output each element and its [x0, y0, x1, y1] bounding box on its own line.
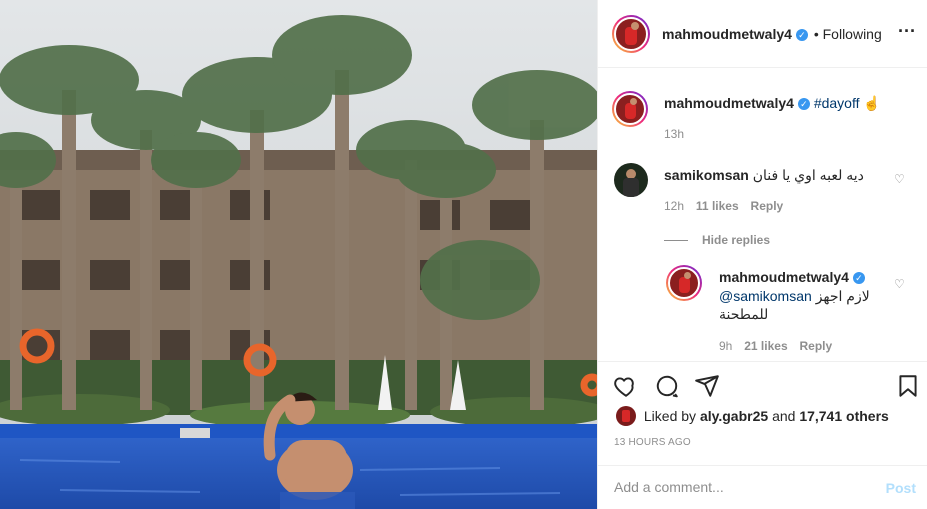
reply-likes[interactable]: 21 likes	[744, 339, 787, 353]
caption-avatar[interactable]	[612, 91, 648, 127]
liked-by-prefix: Liked by	[643, 408, 697, 424]
liked-by-others[interactable]: 17,741 others	[799, 408, 889, 424]
replies-divider	[664, 239, 688, 241]
comment-time[interactable]: 12h	[664, 199, 684, 213]
more-options-icon[interactable]: ···	[898, 22, 916, 42]
hide-replies-label: Hide replies	[702, 233, 771, 247]
post-comment-button[interactable]: Post	[886, 480, 916, 496]
reply-text-line1: لازم اجهز	[815, 288, 870, 304]
comment-text: ديه لعبه اوي يا فنان	[752, 167, 864, 183]
reply-text-line2: للمطحنة	[719, 306, 769, 322]
add-comment-bar: Post	[598, 465, 927, 509]
following-status[interactable]: • Following	[814, 26, 882, 42]
liker-avatar[interactable]	[616, 406, 636, 426]
verified-badge-icon: ✓	[795, 29, 808, 41]
reply-like-heart-icon[interactable]: ♡	[894, 278, 906, 290]
post-header: mahmoudmetwaly4 ✓ • Following ···	[598, 0, 927, 68]
comment-icon[interactable]	[654, 373, 680, 399]
liked-by-user[interactable]: aly.gabr25	[700, 408, 768, 424]
liked-by-row: Liked by aly.gabr25 and 17,741 others	[616, 406, 889, 426]
comment-input[interactable]	[614, 479, 864, 495]
commenter-username[interactable]: samikomsan	[664, 167, 749, 183]
reply-time[interactable]: 9h	[719, 339, 732, 353]
author-avatar[interactable]	[612, 15, 650, 53]
pool-palm-trees-image	[0, 0, 597, 509]
comments-list: mahmoudmetwaly4 ✓ #dayoff ☝ 13h samikomsa…	[598, 69, 927, 361]
liked-by-middle: and	[772, 408, 796, 424]
caption-emoji: ☝	[863, 95, 881, 111]
post-sidebar: mahmoudmetwaly4 ✓ • Following ··· mahmoud…	[597, 0, 927, 509]
heart-icon[interactable]	[613, 373, 639, 399]
commenter-avatar[interactable]	[614, 163, 648, 197]
bookmark-icon[interactable]	[895, 373, 921, 399]
reply-avatar[interactable]	[666, 265, 702, 301]
comment-like-heart-icon[interactable]: ♡	[894, 173, 906, 185]
comment-reply-button[interactable]: Reply	[751, 199, 784, 213]
caption-username[interactable]: mahmoudmetwaly4	[664, 95, 794, 111]
hide-replies-button[interactable]: Hide replies	[664, 231, 770, 247]
comment-likes[interactable]: 11 likes	[696, 199, 739, 213]
caption-hashtag[interactable]: #dayoff	[814, 95, 860, 111]
post-photo[interactable]	[0, 0, 597, 509]
caption-time[interactable]: 13h	[664, 127, 684, 141]
post-timestamp[interactable]: 13 hours ago	[614, 437, 691, 448]
verified-badge-icon: ✓	[797, 98, 810, 110]
verified-badge-icon: ✓	[852, 272, 865, 284]
reply-mention[interactable]: @samikomsan	[719, 288, 812, 304]
author-username[interactable]: mahmoudmetwaly4	[662, 26, 792, 42]
reply-username[interactable]: mahmoudmetwaly4	[719, 269, 849, 285]
share-icon[interactable]	[694, 373, 720, 399]
reply-reply-button[interactable]: Reply	[800, 339, 833, 353]
